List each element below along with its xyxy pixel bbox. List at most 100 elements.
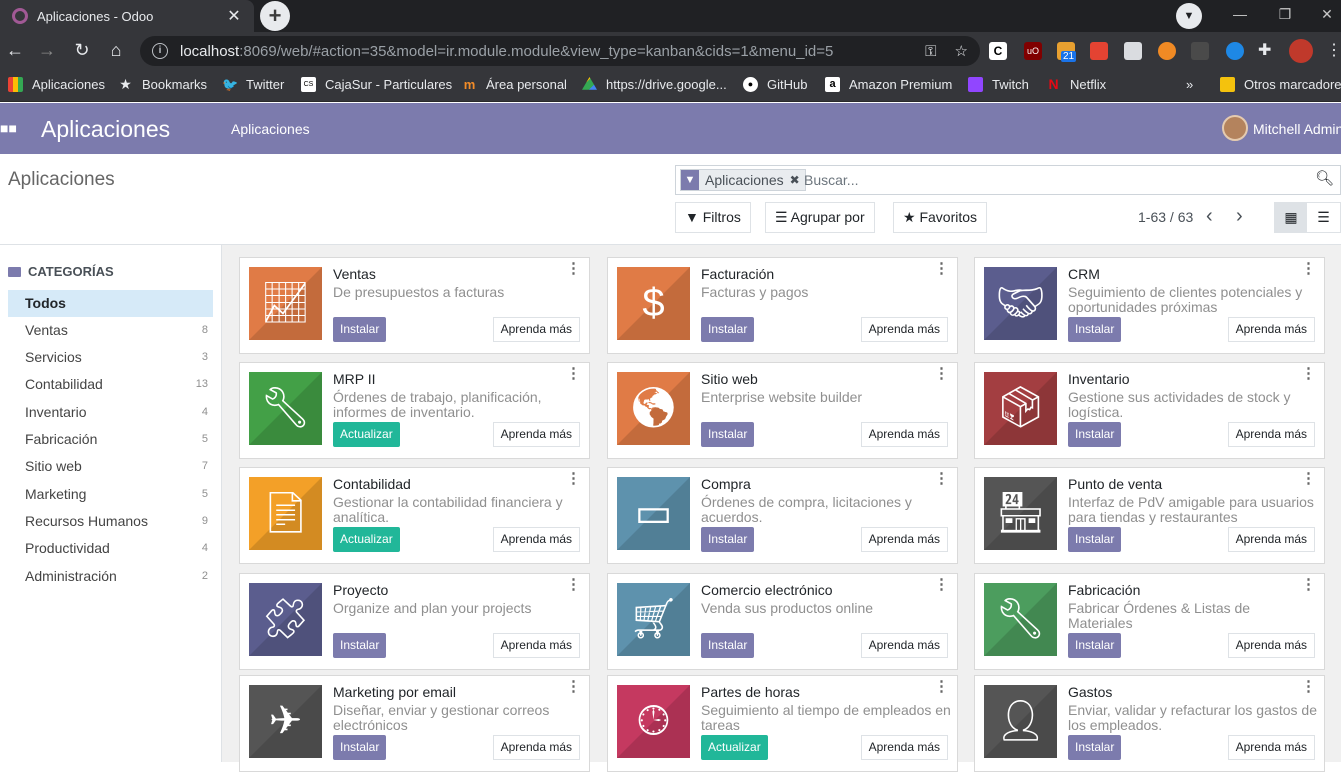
install-button[interactable]: Instalar — [333, 735, 387, 760]
card-dropdown-icon[interactable]: ⋮ — [1301, 366, 1316, 381]
learn-more-button[interactable]: Aprenda más — [860, 422, 948, 447]
app-card[interactable]: ▭ Compra Órdenes de compra, licitaciones y… — [607, 467, 958, 564]
search-input[interactable] — [804, 170, 1304, 190]
learn-more-button[interactable]: Aprenda más — [492, 422, 580, 447]
install-button[interactable]: Instalar — [701, 527, 755, 552]
learn-more-button[interactable]: Aprenda más — [1227, 422, 1315, 447]
home-icon[interactable]: ⌂ — [102, 36, 130, 64]
user-avatar[interactable] — [1222, 115, 1248, 141]
user-menu[interactable]: Mitchell Admin — [1253, 121, 1341, 137]
install-button[interactable]: Instalar — [1068, 317, 1122, 342]
remove-facet-icon[interactable]: ✖ — [790, 170, 805, 190]
app-card[interactable]: 🕒︎ Partes de horas Seguimiento al tiempo d… — [607, 675, 958, 772]
app-card[interactable]: 🛒︎ Comercio electrónico Venda sus producto… — [607, 573, 958, 670]
install-button[interactable]: Instalar — [701, 633, 755, 658]
card-dropdown-icon[interactable]: ⋮ — [566, 679, 581, 694]
site-info-icon[interactable]: i — [152, 43, 168, 59]
sidebar-item-6[interactable]: Sitio web 7 — [8, 453, 213, 480]
profile-avatar-icon[interactable] — [1289, 39, 1313, 63]
pager-previous-icon[interactable]: ‹ — [1206, 204, 1213, 228]
printer-icon[interactable] — [1124, 42, 1142, 60]
ublock-icon[interactable]: uO — [1024, 42, 1042, 60]
bookmark-item[interactable]: https://drive.google... — [582, 77, 727, 92]
sidebar-item-4[interactable]: Inventario 4 — [8, 399, 213, 426]
learn-more-button[interactable]: Aprenda más — [492, 735, 580, 760]
card-dropdown-icon[interactable]: ⋮ — [1301, 577, 1316, 592]
update-button[interactable]: Actualizar — [333, 422, 400, 447]
app-card[interactable]: 📦︎ Inventario Gestione sus actividades de … — [974, 362, 1325, 459]
pager-value[interactable]: 1-63 / 63 — [1138, 209, 1193, 225]
learn-more-button[interactable]: Aprenda más — [860, 527, 948, 552]
bookmark-item[interactable]: ★ Bookmarks — [118, 77, 207, 93]
url-text[interactable]: localhost:8069/web/#action=35&model=ir.m… — [180, 43, 907, 60]
bookmark-item[interactable]: m Área personal — [462, 77, 567, 92]
learn-more-button[interactable]: Aprenda más — [492, 317, 580, 342]
new-tab-button[interactable]: + — [260, 1, 290, 31]
bookmark-item[interactable]: 🐦 Twitter — [222, 77, 284, 92]
card-dropdown-icon[interactable]: ⋮ — [1301, 679, 1316, 694]
sidebar-item-5[interactable]: Fabricación 5 — [8, 426, 213, 453]
card-dropdown-icon[interactable]: ⋮ — [566, 261, 581, 276]
list-view-icon[interactable]: ☰ — [1307, 202, 1341, 233]
bookmark-item[interactable]: N Netflix — [1046, 77, 1106, 93]
favorites-button[interactable]: ★ Favoritos — [893, 202, 988, 233]
install-button[interactable]: Instalar — [1068, 735, 1122, 760]
sidebar-item-8[interactable]: Recursos Humanos 9 — [8, 508, 213, 535]
bookmark-item[interactable]: CS CajaSur - Particulares — [301, 77, 452, 92]
app-card[interactable]: 📈︎ Ventas De presupuestos a facturas ⋮ Insta… — [239, 257, 590, 354]
bookmark-item[interactable]: Twitch — [968, 77, 1029, 92]
sidebar-item-7[interactable]: Marketing 5 — [8, 481, 213, 508]
card-dropdown-icon[interactable]: ⋮ — [566, 366, 581, 381]
forward-icon[interactable]: → — [33, 36, 61, 64]
bookmark-item[interactable]: Aplicaciones — [8, 77, 105, 92]
app-card[interactable]: 🏪︎ Punto de venta Interfaz de PdV amigable… — [974, 467, 1325, 564]
card-dropdown-icon[interactable]: ⋮ — [934, 679, 949, 694]
install-button[interactable]: Instalar — [1068, 422, 1122, 447]
learn-more-button[interactable]: Aprenda más — [860, 633, 948, 658]
sidebar-item-2[interactable]: Servicios 3 — [8, 344, 213, 371]
menu-aplicaciones[interactable]: Aplicaciones — [231, 121, 310, 137]
app-card[interactable]: 🌎︎ Sitio web Enterprise website builder ⋮ In… — [607, 362, 958, 459]
learn-more-button[interactable]: Aprenda más — [492, 527, 580, 552]
bookmark-item[interactable]: a Amazon Premium — [825, 77, 952, 92]
navbar-brand[interactable]: Aplicaciones — [41, 116, 170, 143]
sidebar-item-10[interactable]: Administración 2 — [8, 563, 213, 590]
card-dropdown-icon[interactable]: ⋮ — [934, 471, 949, 486]
app-card[interactable]: 🤝︎ CRM Seguimiento de clientes potenciales… — [974, 257, 1325, 354]
app-card[interactable]: 📄︎ Contabilidad Gestionar la contabilidad … — [239, 467, 590, 564]
install-button[interactable]: Instalar — [701, 317, 755, 342]
card-dropdown-icon[interactable]: ⋮ — [1301, 471, 1316, 486]
app-card[interactable]: $ Facturación Facturas y pagos ⋮ Instalar Apr… — [607, 257, 958, 354]
app-switcher-icon[interactable]: ■■ — [0, 120, 17, 136]
close-tab-icon[interactable]: ✕ — [226, 6, 242, 26]
card-dropdown-icon[interactable]: ⋮ — [934, 577, 949, 592]
sidebar-item-3[interactable]: Contabilidad 13 — [8, 371, 213, 398]
todoist-icon[interactable] — [1090, 42, 1108, 60]
sidebar-item-0[interactable]: Todos — [8, 290, 213, 317]
app-card[interactable]: 🔧︎ Fabricación Fabricar Órdenes & Listas d… — [974, 573, 1325, 670]
bookmark-star-icon[interactable]: ☆ — [955, 42, 968, 60]
learn-more-button[interactable]: Aprenda más — [860, 735, 948, 760]
group-by-button[interactable]: ☰ Agrupar por — [765, 202, 875, 233]
address-bar[interactable]: i localhost:8069/web/#action=35&model=ir… — [140, 36, 980, 66]
learn-more-button[interactable]: Aprenda más — [860, 317, 948, 342]
app-card[interactable]: ✈︎ Marketing por email Diseñar, enviar y g… — [239, 675, 590, 772]
app-card[interactable]: 🧩︎ Proyecto Organize and plan your project… — [239, 573, 590, 670]
card-dropdown-icon[interactable]: ⋮ — [934, 366, 949, 381]
update-button[interactable]: Actualizar — [333, 527, 400, 552]
learn-more-button[interactable]: Aprenda más — [1227, 633, 1315, 658]
kanban-view-icon[interactable]: ▦ — [1274, 202, 1308, 233]
maximize-icon[interactable]: ❐ — [1263, 0, 1307, 30]
filters-button[interactable]: ▼ Filtros — [675, 202, 751, 233]
install-button[interactable]: Instalar — [333, 317, 387, 342]
card-dropdown-icon[interactable]: ⋮ — [566, 471, 581, 486]
other-bookmarks-folder[interactable]: Otros marcadores — [1220, 77, 1341, 92]
pager-next-icon[interactable]: › — [1236, 204, 1243, 228]
card-dropdown-icon[interactable]: ⋮ — [934, 261, 949, 276]
extension-orange-icon[interactable] — [1158, 42, 1176, 60]
calendar-extension-icon[interactable]: 21 — [1057, 42, 1077, 62]
learn-more-button[interactable]: Aprenda más — [1227, 317, 1315, 342]
sidebar-item-1[interactable]: Ventas 8 — [8, 317, 213, 344]
reload-icon[interactable]: ↻ — [68, 36, 96, 64]
card-dropdown-icon[interactable]: ⋮ — [1301, 261, 1316, 276]
